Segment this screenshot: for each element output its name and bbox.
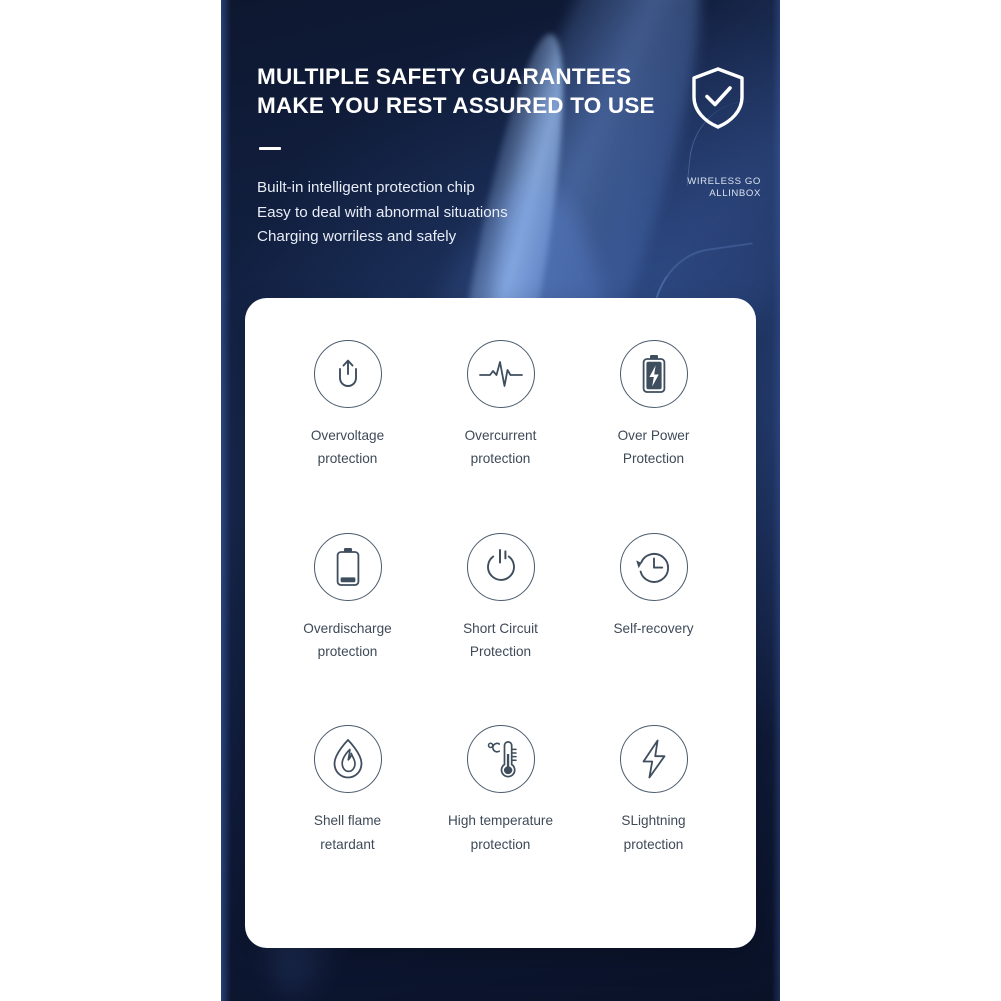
feature-item: Overcurrent protection	[424, 340, 577, 533]
feature-label: Short Circuit Protection	[463, 620, 538, 660]
page-title: MULTIPLE SAFETY GUARANTEES MAKE YOU REST…	[257, 64, 655, 119]
brand-line-1: WIRELESS GO	[687, 176, 761, 187]
feature-item: Self-recovery	[577, 532, 730, 726]
feature-label: Self-recovery	[613, 620, 694, 636]
features-card: Overvoltage protection Overcurrent prote…	[245, 298, 756, 948]
feature-label: Over Power Protection	[617, 428, 690, 467]
overcurrent-ecg-icon	[466, 340, 535, 408]
overdischarge-battery-icon	[313, 532, 382, 601]
feature-label: SLightning protection	[621, 813, 686, 852]
shell-flame-icon	[313, 725, 382, 794]
feature-label: Overcurrent protection	[464, 428, 537, 467]
feature-item: Overdischarge protection	[271, 532, 424, 726]
self-recovery-clock-icon	[619, 532, 688, 601]
feature-bullet-list: Built-in intelligent protection chip Eas…	[257, 176, 657, 250]
feature-bullet: Charging worriless and safely	[257, 228, 457, 246]
brand-mark: WIRELESS GO ALLINBOX	[621, 176, 761, 201]
features-grid: Overvoltage protection Overcurrent prote…	[271, 340, 730, 918]
feature-bullet: Easy to deal with abnormal situations	[257, 203, 508, 221]
feature-label: Overdischarge protection	[303, 620, 392, 660]
feature-label: Shell flame retardant	[313, 813, 382, 852]
feature-item: Shell flame retardant	[271, 725, 424, 918]
overvoltage-icon	[313, 340, 382, 408]
feature-item: SLightning protection	[577, 725, 730, 918]
high-temperature-thermometer-icon	[466, 725, 535, 794]
short-circuit-power-icon	[466, 532, 535, 601]
feature-item: Over Power Protection	[577, 340, 730, 533]
feature-item: High temperature protection	[424, 725, 577, 918]
feature-item: Overvoltage protection	[271, 340, 424, 533]
feature-label: Overvoltage protection	[310, 428, 385, 467]
hero-panel: MULTIPLE SAFETY GUARANTEES MAKE YOU REST…	[221, 0, 780, 1001]
over-power-battery-icon	[619, 340, 688, 408]
feature-bullet: Built-in intelligent protection chip	[257, 179, 475, 196]
shield-check-icon	[689, 66, 747, 130]
infographic-canvas: MULTIPLE SAFETY GUARANTEES MAKE YOU REST…	[0, 0, 1001, 1001]
feature-item: Short Circuit Protection	[424, 532, 577, 726]
header-block: MULTIPLE SAFETY GUARANTEES MAKE YOU REST…	[257, 62, 657, 250]
lightning-protection-icon	[619, 725, 688, 794]
title-divider	[259, 146, 281, 150]
brand-line-2: ALLINBOX	[709, 188, 761, 200]
feature-label: High temperature protection	[447, 813, 554, 852]
